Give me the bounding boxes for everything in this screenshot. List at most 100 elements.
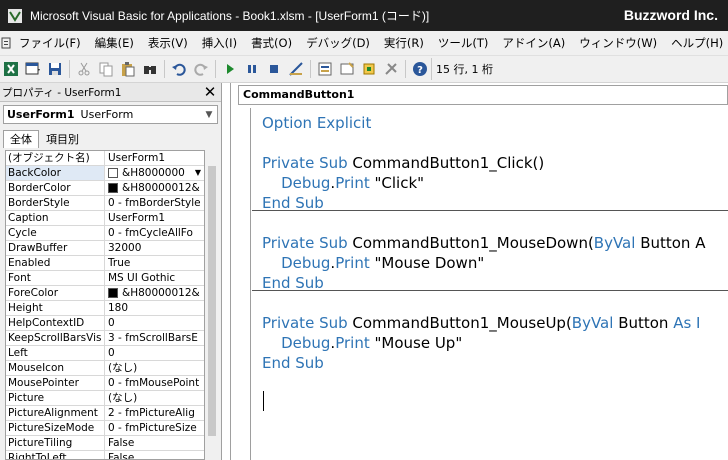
menu-format[interactable]: 書式(O): [244, 35, 299, 51]
toolbox-icon[interactable]: [380, 58, 402, 80]
menu-file[interactable]: ファイル(F): [12, 35, 88, 51]
insert-userform-icon[interactable]: [22, 58, 44, 80]
object-dropdown[interactable]: CommandButton1: [238, 85, 728, 105]
property-value[interactable]: 3 - fmScrollBarsE: [105, 331, 204, 345]
property-value-text: 2 - fmPictureAlig: [108, 407, 195, 419]
property-row[interactable]: PictureTiling False: [6, 436, 204, 451]
redo-icon[interactable]: [190, 58, 212, 80]
tab-categorized[interactable]: 項目別: [39, 130, 86, 148]
menu-run[interactable]: 実行(R): [377, 35, 431, 51]
menu-tools[interactable]: ツール(T): [431, 35, 496, 51]
project-explorer-icon[interactable]: [314, 58, 336, 80]
property-value[interactable]: False: [105, 451, 204, 459]
property-row[interactable]: BackColor &H8000000 ▼: [6, 166, 204, 181]
code-line[interactable]: [262, 213, 728, 233]
design-mode-icon[interactable]: [285, 58, 307, 80]
help-icon[interactable]: ?: [409, 58, 431, 80]
property-row[interactable]: HelpContextID 0: [6, 316, 204, 331]
vba-app-icon[interactable]: [6, 7, 24, 25]
property-row[interactable]: Height 180: [6, 301, 204, 316]
menu-view[interactable]: 表示(V): [141, 35, 195, 51]
chevron-down-icon[interactable]: ▼: [201, 110, 217, 120]
property-row[interactable]: KeepScrollBarsVis 3 - fmScrollBarsE: [6, 331, 204, 346]
code-line[interactable]: Option Explicit: [262, 113, 728, 133]
property-value[interactable]: MS UI Gothic: [105, 271, 204, 285]
code-line[interactable]: [262, 133, 728, 153]
property-row[interactable]: MouseIcon (なし): [6, 361, 204, 376]
code-line[interactable]: Debug.Print "Mouse Up": [262, 333, 728, 353]
property-value[interactable]: 2 - fmPictureAlig: [105, 406, 204, 420]
property-row[interactable]: RightToLeft False: [6, 451, 204, 459]
paste-icon[interactable]: [117, 58, 139, 80]
chevron-down-icon[interactable]: ▼: [192, 166, 204, 180]
menu-edit[interactable]: 編集(E): [88, 35, 141, 51]
break-icon[interactable]: [241, 58, 263, 80]
property-value[interactable]: 0 - fmCycleAllFo: [105, 226, 204, 240]
property-value[interactable]: UserForm1: [105, 211, 204, 225]
find-icon[interactable]: [139, 58, 161, 80]
undo-icon[interactable]: [168, 58, 190, 80]
property-row[interactable]: BorderColor &H80000012&: [6, 181, 204, 196]
property-value[interactable]: &H80000012&: [105, 181, 204, 195]
properties-scrollbar[interactable]: [205, 150, 219, 460]
run-icon[interactable]: [219, 58, 241, 80]
menu-debug[interactable]: デバッグ(D): [299, 35, 377, 51]
menu-addins[interactable]: アドイン(A): [495, 35, 572, 51]
code-line[interactable]: Private Sub CommandButton1_MouseDown(ByV…: [262, 233, 728, 253]
property-row[interactable]: PictureAlignment 2 - fmPictureAlig: [6, 406, 204, 421]
code-line[interactable]: Private Sub CommandButton1_MouseUp(ByVal…: [262, 313, 728, 333]
property-value[interactable]: (なし): [105, 391, 204, 405]
property-row[interactable]: (オブジェクト名) UserForm1: [6, 151, 204, 166]
property-value[interactable]: 0: [105, 316, 204, 330]
properties-window-icon[interactable]: [336, 58, 358, 80]
excel-icon[interactable]: [0, 58, 22, 80]
property-row[interactable]: DrawBuffer 32000: [6, 241, 204, 256]
property-value[interactable]: 0 - fmBorderStyle: [105, 196, 204, 210]
property-value[interactable]: 0 - fmMousePoint: [105, 376, 204, 390]
property-row[interactable]: MousePointer 0 - fmMousePoint: [6, 376, 204, 391]
code-line[interactable]: Debug.Print "Click": [262, 173, 728, 193]
property-row[interactable]: Left 0: [6, 346, 204, 361]
menu-insert[interactable]: 挿入(I): [195, 35, 244, 51]
code-line[interactable]: End Sub: [262, 353, 728, 373]
code-editor[interactable]: Option Explicit Private Sub CommandButton…: [262, 113, 728, 373]
property-value[interactable]: &H80000012&: [105, 286, 204, 300]
close-icon[interactable]: ✕: [201, 83, 219, 101]
property-value[interactable]: 32000: [105, 241, 204, 255]
margin-indicator-bar[interactable]: [231, 108, 251, 460]
property-row[interactable]: BorderStyle 0 - fmBorderStyle: [6, 196, 204, 211]
copy-icon[interactable]: [95, 58, 117, 80]
property-value[interactable]: 0: [105, 346, 204, 360]
property-row[interactable]: Cycle 0 - fmCycleAllFo: [6, 226, 204, 241]
cut-icon[interactable]: [73, 58, 95, 80]
object-browser-icon[interactable]: [358, 58, 380, 80]
reset-icon[interactable]: [263, 58, 285, 80]
object-select[interactable]: UserForm1 UserForm ▼: [3, 105, 218, 124]
property-row[interactable]: Font MS UI Gothic: [6, 271, 204, 286]
property-value[interactable]: False: [105, 436, 204, 450]
save-icon[interactable]: [44, 58, 66, 80]
code-keyword: Private Sub: [262, 234, 353, 252]
property-row[interactable]: Picture (なし): [6, 391, 204, 406]
property-value[interactable]: UserForm1: [105, 151, 204, 165]
menu-help[interactable]: ヘルプ(H): [664, 35, 728, 51]
code-line[interactable]: [262, 293, 728, 313]
property-value[interactable]: True: [105, 256, 204, 270]
property-row[interactable]: PictureSizeMode 0 - fmPictureSize: [6, 421, 204, 436]
tab-alphabetic[interactable]: 全体: [3, 130, 39, 148]
property-row[interactable]: Caption UserForm1: [6, 211, 204, 226]
menu-bar: ファイル(F) 編集(E) 表示(V) 挿入(I) 書式(O) デバッグ(D) …: [0, 31, 728, 56]
scrollbar-thumb[interactable]: [208, 166, 216, 436]
code-line[interactable]: Debug.Print "Mouse Down": [262, 253, 728, 273]
property-value[interactable]: &H8000000 ▼: [105, 166, 204, 180]
code-line[interactable]: Private Sub CommandButton1_Click(): [262, 153, 728, 173]
property-value[interactable]: (なし): [105, 361, 204, 375]
property-value[interactable]: 0 - fmPictureSize: [105, 421, 204, 435]
property-value[interactable]: 180: [105, 301, 204, 315]
property-value-text: 0 - fmMousePoint: [108, 377, 200, 389]
property-row[interactable]: Enabled True: [6, 256, 204, 271]
property-row[interactable]: ForeColor &H80000012&: [6, 286, 204, 301]
menu-window[interactable]: ウィンドウ(W): [572, 35, 664, 51]
